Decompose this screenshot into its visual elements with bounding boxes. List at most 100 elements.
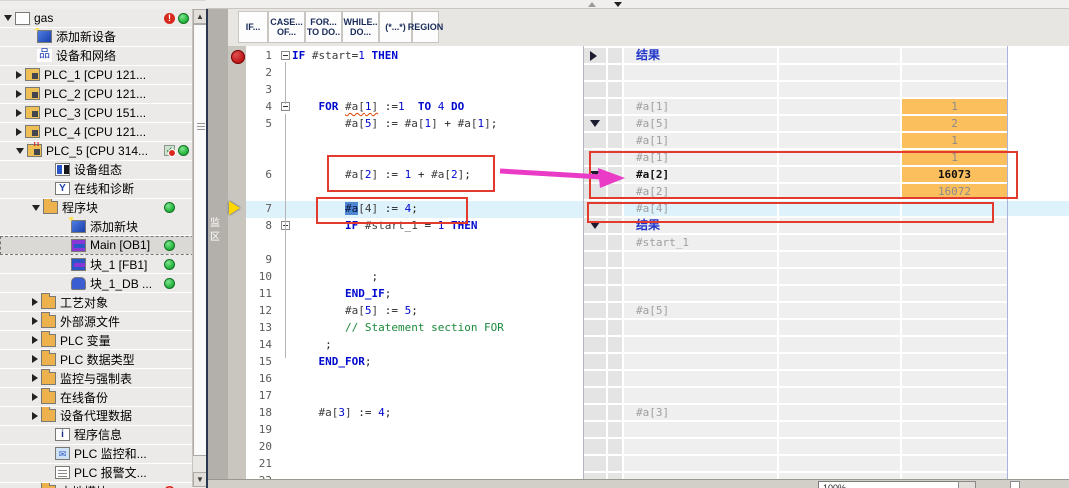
monitor-gut-cell[interactable] [584,439,606,454]
tree-item-6[interactable]: PLC_4 [CPU 121... [0,123,208,142]
collapse-down-icon[interactable] [614,2,622,7]
monitor-val-cell[interactable] [902,65,1007,80]
monitor-val-cell[interactable] [902,218,1007,233]
breakpoint-gutter[interactable] [228,46,247,488]
splitter-strip[interactable]: 监 区 [208,0,228,488]
code-line-12[interactable]: #a[5] := 5; [292,303,418,318]
status-checkbox[interactable] [1010,481,1020,488]
code-line-7[interactable]: #a[4] := 4; [292,201,418,216]
chevron-down-icon[interactable] [4,15,12,21]
monitor-gut-cell[interactable] [584,354,606,369]
chevron-right-icon[interactable] [16,71,22,79]
monitor-val-cell[interactable] [902,422,1007,437]
monitor-val-cell[interactable] [902,320,1007,335]
monitor-chevron-right-icon[interactable] [590,51,597,61]
chevron-right-icon[interactable] [32,412,38,420]
monitor-gut-cell[interactable] [584,388,606,403]
chevron-right-icon[interactable] [32,336,38,344]
chevron-right-icon[interactable] [32,355,38,363]
monitor-gut-cell[interactable] [584,371,606,386]
toolbar-button-2[interactable]: FOR... TO DO.. [305,11,342,43]
code-line-13[interactable]: // Statement section FOR [292,320,504,335]
monitor-val-cell[interactable] [902,337,1007,352]
monitor-val-cell[interactable] [902,354,1007,369]
monitor-val-cell[interactable]: 1 [902,133,1007,148]
tree-item-18[interactable]: PLC 数据类型 [0,350,224,369]
monitor-chevron-down-icon[interactable] [590,171,600,178]
code-line-4[interactable]: FOR #a[1] :=1 TO 4 DO [292,99,464,114]
breakpoint-icon[interactable] [231,50,245,64]
monitor-gut-cell[interactable] [584,337,606,352]
monitor-val-cell[interactable] [902,48,1007,63]
tree-scrollbar-thumb[interactable] [193,24,207,456]
tree-item-5[interactable]: PLC_3 [CPU 151... [0,104,208,123]
monitor-val-cell[interactable] [902,82,1007,97]
code-line-5[interactable]: #a[5] := #a[1] + #a[1]; [292,116,497,131]
monitor-gut-cell[interactable] [584,184,606,199]
scroll-up-icon[interactable]: ▲ [193,9,207,24]
tree-item-1[interactable]: 添加新设备 [0,28,220,47]
monitor-val-cell[interactable] [902,235,1007,250]
scroll-down-icon[interactable]: ▼ [193,472,207,487]
tree-item-7[interactable]: PLC_5 [CPU 314...✓ [0,142,208,161]
tree-item-21[interactable]: 设备代理数据 [0,407,224,426]
monitor-gut-cell[interactable] [584,99,606,114]
monitor-val-cell[interactable] [902,286,1007,301]
zoom-button[interactable] [958,481,976,488]
monitor-gut-cell[interactable] [584,422,606,437]
chevron-right-icon[interactable] [32,374,38,382]
tree-item-20[interactable]: 在线备份 [0,388,224,407]
monitor-chevron-down-icon[interactable] [590,120,600,127]
monitor-val-cell[interactable] [902,456,1007,471]
monitor-gut-cell[interactable] [584,269,606,284]
splitter-icon-top[interactable]: 监 [210,218,220,229]
tree-scrollbar[interactable]: ▲ ▼ [192,9,207,487]
chevron-down-icon[interactable] [16,148,24,154]
monitor-val-cell[interactable] [902,269,1007,284]
monitor-gut-cell[interactable] [584,252,606,267]
monitor-val-cell[interactable]: 2 [902,116,1007,131]
chevron-right-icon[interactable] [32,317,38,325]
monitor-val-cell[interactable] [902,405,1007,420]
chevron-right-icon[interactable] [16,90,22,98]
monitor-val-cell[interactable]: 16072 [902,184,1007,199]
monitor-val-cell[interactable]: 16073 [902,167,1007,182]
monitor-gut-cell[interactable] [584,235,606,250]
toolbar-button-3[interactable]: WHILE.. DO... [342,11,379,43]
tree-item-4[interactable]: PLC_2 [CPU 121... [0,85,208,104]
monitor-val-cell[interactable] [902,201,1007,216]
code-line-10[interactable]: ; [292,269,378,284]
tree-item-3[interactable]: PLC_1 [CPU 121... [0,66,208,85]
monitor-gut-cell[interactable] [584,150,606,165]
monitor-val-cell[interactable]: 1 [902,150,1007,165]
toolbar-button-5[interactable]: REGION [412,11,439,43]
code-line-1[interactable]: IF #start=1 THEN [292,48,398,63]
fold-toggle-icon[interactable] [281,51,290,60]
monitor-val-cell[interactable] [902,252,1007,267]
tree-item-0[interactable]: gas! [0,9,196,28]
tree-item-19[interactable]: 监控与强制表 [0,369,224,388]
monitor-chevron-down-icon[interactable] [590,222,600,229]
code-line-14[interactable]: ; [292,337,332,352]
monitor-gut-cell[interactable] [584,320,606,335]
code-line-8[interactable]: IF #start_1 = 1 THEN [292,218,477,233]
chevron-down-icon[interactable] [32,205,40,211]
monitor-gut-cell[interactable] [584,303,606,318]
zoom-select[interactable]: 100% [818,481,970,488]
collapse-up-icon[interactable] [588,2,596,7]
toolbar-button-0[interactable]: IF... [238,11,268,43]
monitor-gut-cell[interactable] [584,201,606,216]
monitor-val-cell[interactable] [902,303,1007,318]
code-line-18[interactable]: #a[3] := 4; [292,405,391,420]
tree-item-10[interactable]: 程序块 [0,199,224,218]
monitor-val-cell[interactable]: 1 [902,99,1007,114]
monitor-gut-cell[interactable] [584,286,606,301]
monitor-gut-cell[interactable] [584,405,606,420]
monitor-gut-cell[interactable] [584,65,606,80]
monitor-val-cell[interactable] [902,439,1007,454]
monitor-val-cell[interactable] [902,371,1007,386]
chevron-right-icon[interactable] [16,109,22,117]
tree-item-2[interactable]: 品设备和网络 [0,47,220,66]
code-line-15[interactable]: END_FOR; [292,354,371,369]
monitor-gut-cell[interactable] [584,456,606,471]
